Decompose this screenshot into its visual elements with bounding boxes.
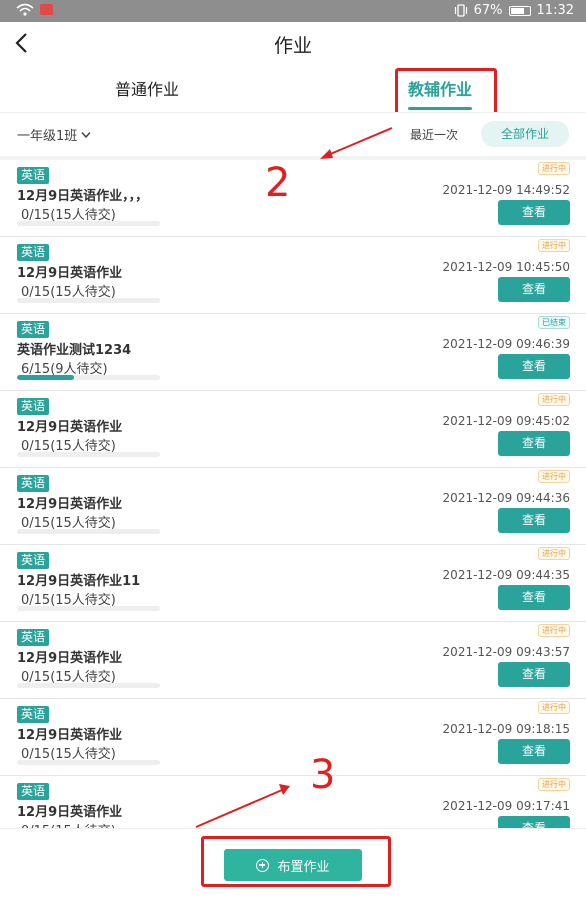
homework-title: 12月9日英语作业 [17,728,123,743]
progress-bar-fill [17,375,75,380]
list-item[interactable]: 英语 进行中 12月9日英语作业 2021-12-09 09:17:41 0/15(15… [0,776,586,828]
annotation-box-tab [395,68,497,116]
view-button[interactable]: 查看 [498,662,570,687]
homework-title: 12月9日英语作业 [17,805,123,820]
subject-tag: 英语 [17,706,50,723]
homework-time: 2021-12-09 09:45:02 [442,414,570,428]
view-button[interactable]: 查看 [498,200,570,225]
homework-title: 12月9日英语作业 [17,420,123,435]
annotation-box-button [201,836,391,887]
homework-time: 2021-12-09 09:44:36 [442,491,570,505]
chevron-down-icon [81,131,91,138]
status-badge: 进行中 [538,239,570,252]
homework-time: 2021-12-09 09:17:41 [442,799,570,813]
subject-tag: 英语 [17,629,50,646]
filter-bar: 一年级1班 最近一次 全部作业 [0,112,586,154]
view-button[interactable]: 查看 [498,739,570,764]
subject-tag: 英语 [17,552,50,569]
homework-time: 2021-12-09 10:45:50 [442,260,570,274]
progress-bar [17,452,160,457]
status-badge: 进行中 [538,778,570,791]
list-item[interactable]: 英语 进行中 12月9日英语作业 2021-12-09 09:18:15 0/15(15… [0,699,586,776]
annotation-number-3: 3 [310,752,336,798]
list-item[interactable]: 英语 进行中 12月9日英语作业 2021-12-09 09:45:02 0/15(15… [0,391,586,468]
status-badge: 进行中 [538,393,570,406]
homework-title: 12月9日英语作业，，， [17,189,149,204]
vibrate-icon [454,4,467,17]
list-item[interactable]: 英语 进行中 12月9日英语作业 2021-12-09 09:44:36 0/15(15… [0,468,586,545]
progress-bar [17,221,160,226]
subject-tag: 英语 [17,321,50,338]
filter-all-button[interactable]: 全部作业 [481,121,569,147]
list-item[interactable]: 英语 进行中 12月9日英语作业 2021-12-09 09:43:57 0/15(15… [0,622,586,699]
tab-normal-homework[interactable]: 普通作业 [115,76,179,100]
progress-bar [17,529,160,534]
list-item[interactable]: 英语 进行中 12月9日英语作业，，， 2021-12-09 14:49:52 0/15… [0,160,586,237]
status-badge: 已结束 [538,316,570,329]
status-badge: 进行中 [538,624,570,637]
annotation-number-2: 2 [265,160,291,206]
subject-tag: 英语 [17,783,50,800]
wifi-icon [16,3,34,16]
status-badge: 进行中 [538,547,570,560]
clock: 11:32 [536,3,574,18]
class-selector[interactable]: 一年级1班 [17,125,91,144]
homework-time: 2021-12-09 14:49:52 [442,183,570,197]
status-badge: 进行中 [538,470,570,483]
progress-bar [17,760,160,765]
progress-bar [17,606,160,611]
progress-bar [17,298,160,303]
progress-bar [17,375,160,380]
submission-progress: 0/15(15人待交) [21,820,116,828]
homework-list[interactable]: 英语 进行中 12月9日英语作业，，， 2021-12-09 14:49:52 0/15… [0,156,586,828]
status-badge: 进行中 [538,701,570,714]
homework-time: 2021-12-09 09:44:35 [442,568,570,582]
notification-badge-icon [40,4,53,15]
battery-percent: 67% [473,3,503,18]
page-title: 作业 [273,35,312,57]
homework-title: 12月9日英语作业 [17,497,123,512]
view-button[interactable]: 查看 [498,508,570,533]
subject-tag: 英语 [17,398,50,415]
battery-icon [508,5,531,16]
view-button[interactable]: 查看 [498,816,570,828]
homework-title: 12月9日英语作业 [17,266,123,281]
view-button[interactable]: 查看 [498,431,570,456]
view-button[interactable]: 查看 [498,354,570,379]
homework-title: 12月9日英语作业 [17,651,123,666]
homework-title: 12月9日英语作业11 [17,574,141,589]
status-badge: 进行中 [538,162,570,175]
list-item[interactable]: 英语 进行中 12月9日英语作业11 2021-12-09 09:44:35 0/15(… [0,545,586,622]
class-name: 一年级1班 [17,129,78,144]
homework-time: 2021-12-09 09:18:15 [442,722,570,736]
view-button[interactable]: 查看 [498,277,570,302]
list-item[interactable]: 英语 进行中 12月9日英语作业 2021-12-09 10:45:50 0/15(15… [0,237,586,314]
filter-recent-button[interactable]: 最近一次 [410,126,458,143]
homework-time: 2021-12-09 09:46:39 [442,337,570,351]
subject-tag: 英语 [17,167,50,184]
homework-time: 2021-12-09 09:43:57 [442,645,570,659]
subject-tag: 英语 [17,244,50,261]
progress-bar [17,683,160,688]
navbar: 作业 [0,22,586,64]
subject-tag: 英语 [17,475,50,492]
list-item[interactable]: 英语 已结束 英语作业测试1234 2021-12-09 09:46:39 6/15(9… [0,314,586,391]
status-bar: 67% 11:32 [0,0,586,22]
view-button[interactable]: 查看 [498,585,570,610]
tab-bar: 普通作业 教辅作业 [0,64,586,112]
homework-title: 英语作业测试1234 [17,343,132,358]
